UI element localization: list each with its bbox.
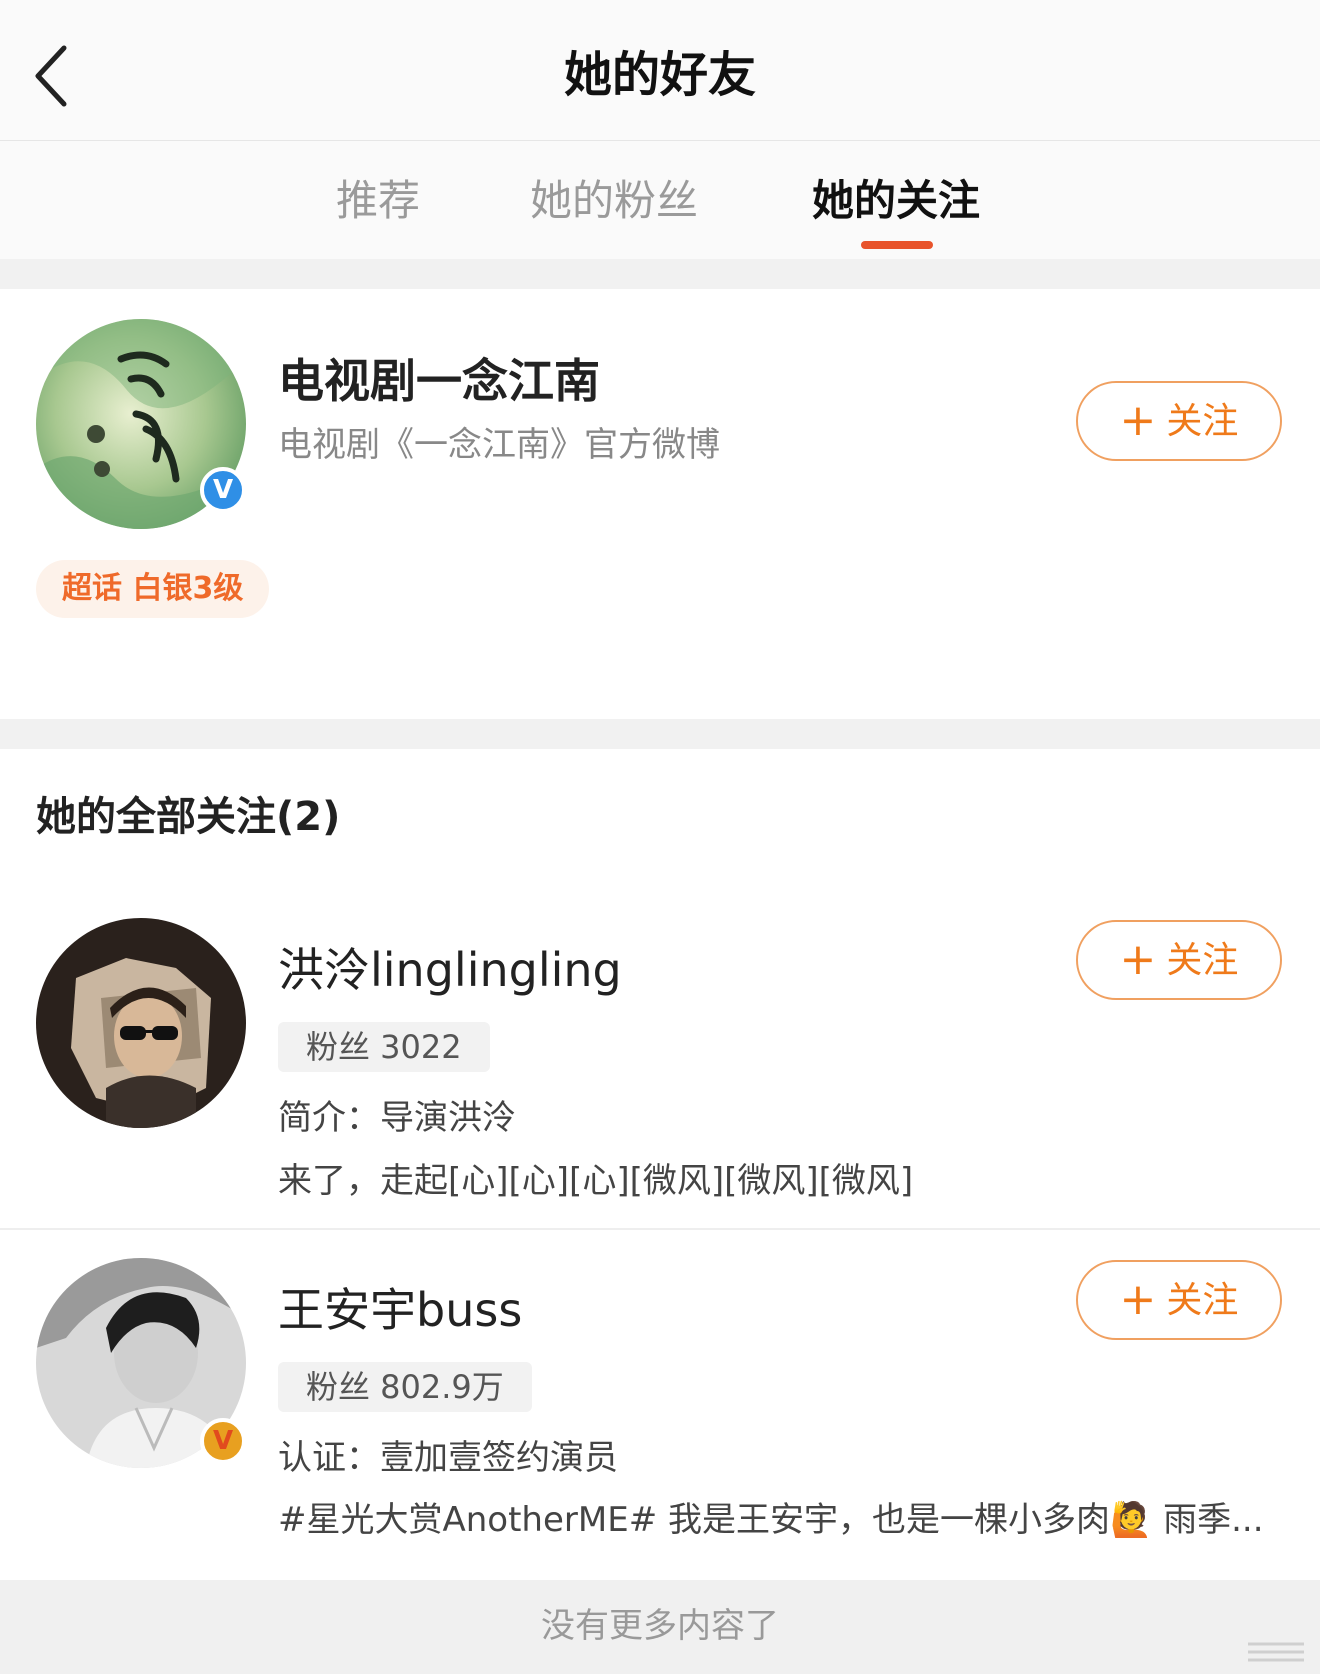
super-topic-level-badge[interactable]: 超话 白银3级 bbox=[36, 560, 270, 618]
list-end-footer: 没有更多内容了 bbox=[0, 1580, 1320, 1674]
follow-button[interactable]: + 关注 bbox=[1076, 1260, 1282, 1340]
follow-button[interactable]: + 关注 bbox=[1076, 920, 1282, 1000]
row-divider bbox=[0, 1228, 1320, 1230]
plus-icon: + bbox=[1119, 934, 1157, 985]
plus-icon: + bbox=[1119, 1274, 1157, 1325]
verified-badge-icon: V bbox=[200, 1418, 246, 1464]
avatar[interactable] bbox=[36, 918, 246, 1128]
fans-count-chip: 粉丝 3022 bbox=[278, 1022, 490, 1072]
account-name[interactable]: 电视剧一念江南 bbox=[278, 351, 600, 411]
latest-post-preview[interactable]: 来了，走起[心][心][心][微风][微风][微风] bbox=[278, 1158, 913, 1204]
tab-recommended[interactable]: 推荐 bbox=[336, 171, 420, 231]
latest-post-preview[interactable]: #星光大赏AnotherME# 我是王安宇，也是一棵小多肉🙋 雨季... bbox=[278, 1497, 1264, 1543]
section-gap bbox=[0, 259, 1320, 289]
user-verification: 认证：壹加壹签约演员 bbox=[278, 1438, 618, 1478]
plus-icon: + bbox=[1119, 395, 1157, 446]
featured-account-card[interactable]: V 电视剧一念江南 电视剧《一念江南》官方微博 + 关注 bbox=[0, 289, 1320, 719]
account-description: 电视剧《一念江南》官方微博 bbox=[278, 425, 720, 465]
following-section-title: 她的全部关注(2) bbox=[36, 794, 341, 840]
tab-her-following[interactable]: 她的关注 bbox=[812, 171, 980, 231]
follow-button-label: 关注 bbox=[1166, 1280, 1239, 1321]
scroll-handle-icon bbox=[1248, 1642, 1304, 1662]
fans-count-chip: 粉丝 802.9万 bbox=[278, 1362, 532, 1412]
user-name[interactable]: 洪泠linglingling bbox=[278, 940, 622, 1000]
user-photo-avatar-image bbox=[36, 918, 246, 1128]
user-name[interactable]: 王安宇buss bbox=[278, 1280, 522, 1340]
follow-button-label: 关注 bbox=[1166, 401, 1239, 442]
section-gap bbox=[0, 719, 1320, 749]
follow-button-label: 关注 bbox=[1166, 940, 1239, 981]
page-title: 她的好友 bbox=[563, 47, 756, 103]
no-more-content-text: 没有更多内容了 bbox=[541, 1606, 779, 1646]
active-tab-indicator bbox=[861, 241, 933, 249]
follow-button[interactable]: + 关注 bbox=[1076, 381, 1282, 461]
navigation-bar: 她的好友 bbox=[0, 0, 1320, 141]
tab-bar: 推荐 她的粉丝 她的关注 bbox=[0, 141, 1320, 259]
verified-badge-icon: V bbox=[200, 467, 246, 513]
user-intro: 简介：导演洪泠 bbox=[278, 1098, 516, 1138]
tab-her-fans[interactable]: 她的粉丝 bbox=[530, 171, 698, 231]
